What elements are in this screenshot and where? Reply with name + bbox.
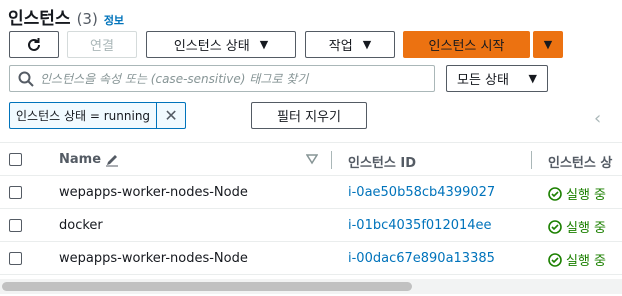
filter-token: 인스턴스 상태 = running ✕ xyxy=(9,102,187,129)
actions-button[interactable]: 작업 ▼ xyxy=(305,31,395,58)
check-circle-icon xyxy=(548,186,562,201)
horizontal-scrollbar[interactable] xyxy=(0,279,622,294)
instance-id-link[interactable]: i-0ae50b58cb4399027 xyxy=(348,185,495,200)
launch-instances-button[interactable]: 인스턴스 시작 xyxy=(403,31,530,58)
pencil-icon xyxy=(106,154,119,166)
info-link[interactable]: 정보 xyxy=(104,12,124,28)
instance-state-button[interactable]: 인스턴스 상태 ▼ xyxy=(146,31,296,58)
status-text: 실행 중 xyxy=(566,254,607,269)
check-circle-icon xyxy=(548,252,562,267)
state-filter-select[interactable]: 모든 상태 ▼ xyxy=(446,65,548,92)
table-header: Name 인스턴스 ID 인스턴스 상 xyxy=(0,142,622,176)
status-badge: 실행 중 xyxy=(548,217,606,236)
select-all-checkbox[interactable] xyxy=(9,153,22,166)
table-row[interactable]: wepapps-worker-nodes-Node i-0ae50b58cb43… xyxy=(0,176,622,209)
chevron-left-icon[interactable]: ‹ xyxy=(594,108,601,129)
table-row[interactable]: wepapps-worker-nodes-Node i-00dac67e890a… xyxy=(0,242,622,275)
caret-down-icon: ▼ xyxy=(259,38,269,51)
row-checkbox[interactable] xyxy=(9,252,22,265)
clear-filters-button[interactable]: 필터 지우기 xyxy=(251,102,367,129)
search-input[interactable] xyxy=(40,71,420,86)
close-icon[interactable]: ✕ xyxy=(157,103,185,128)
instance-count: (3) xyxy=(76,10,98,28)
search-icon xyxy=(18,71,34,87)
instance-id-link[interactable]: i-01bc4035f012014ee xyxy=(348,218,492,233)
filter-token-label: 인스턴스 상태 = running xyxy=(10,103,158,128)
page-header: 인스턴스 (3) 정보 xyxy=(8,4,124,29)
status-badge: 실행 중 xyxy=(548,250,606,269)
instance-name: wepapps-worker-nodes-Node xyxy=(59,251,248,266)
caret-down-icon: ▼ xyxy=(543,38,553,51)
actions-label: 작업 xyxy=(328,39,353,54)
column-header-instance-id[interactable]: 인스턴스 ID xyxy=(348,152,416,171)
column-header-instance-state[interactable]: 인스턴스 상 xyxy=(548,152,612,171)
column-header-name[interactable]: Name xyxy=(59,152,119,167)
sort-descending-icon[interactable] xyxy=(305,153,319,169)
row-checkbox[interactable] xyxy=(9,186,22,199)
status-badge: 실행 중 xyxy=(548,184,606,203)
instance-id-link[interactable]: i-00dac67e890a13385 xyxy=(348,251,495,266)
status-text: 실행 중 xyxy=(566,221,607,236)
scrollbar-thumb[interactable] xyxy=(2,282,412,291)
refresh-button[interactable] xyxy=(9,31,59,58)
column-divider[interactable] xyxy=(331,151,332,169)
page-title: 인스턴스 xyxy=(8,9,71,29)
instance-state-label: 인스턴스 상태 xyxy=(173,39,250,54)
row-checkbox[interactable] xyxy=(9,219,22,232)
instance-name: docker xyxy=(59,218,103,233)
launch-dropdown-button[interactable]: ▼ xyxy=(533,31,563,58)
state-filter-value: 모든 상태 xyxy=(457,73,509,88)
instance-name: wepapps-worker-nodes-Node xyxy=(59,185,248,200)
table-row[interactable]: docker i-01bc4035f012014ee 실행 중 xyxy=(0,209,622,242)
refresh-icon xyxy=(28,37,40,51)
status-text: 실행 중 xyxy=(566,188,607,203)
check-circle-icon xyxy=(548,219,562,234)
column-divider[interactable] xyxy=(531,151,532,169)
caret-down-icon: ▼ xyxy=(528,72,537,85)
connect-button[interactable]: 연결 xyxy=(67,31,137,58)
search-box[interactable] xyxy=(9,65,435,92)
caret-down-icon: ▼ xyxy=(362,38,372,51)
